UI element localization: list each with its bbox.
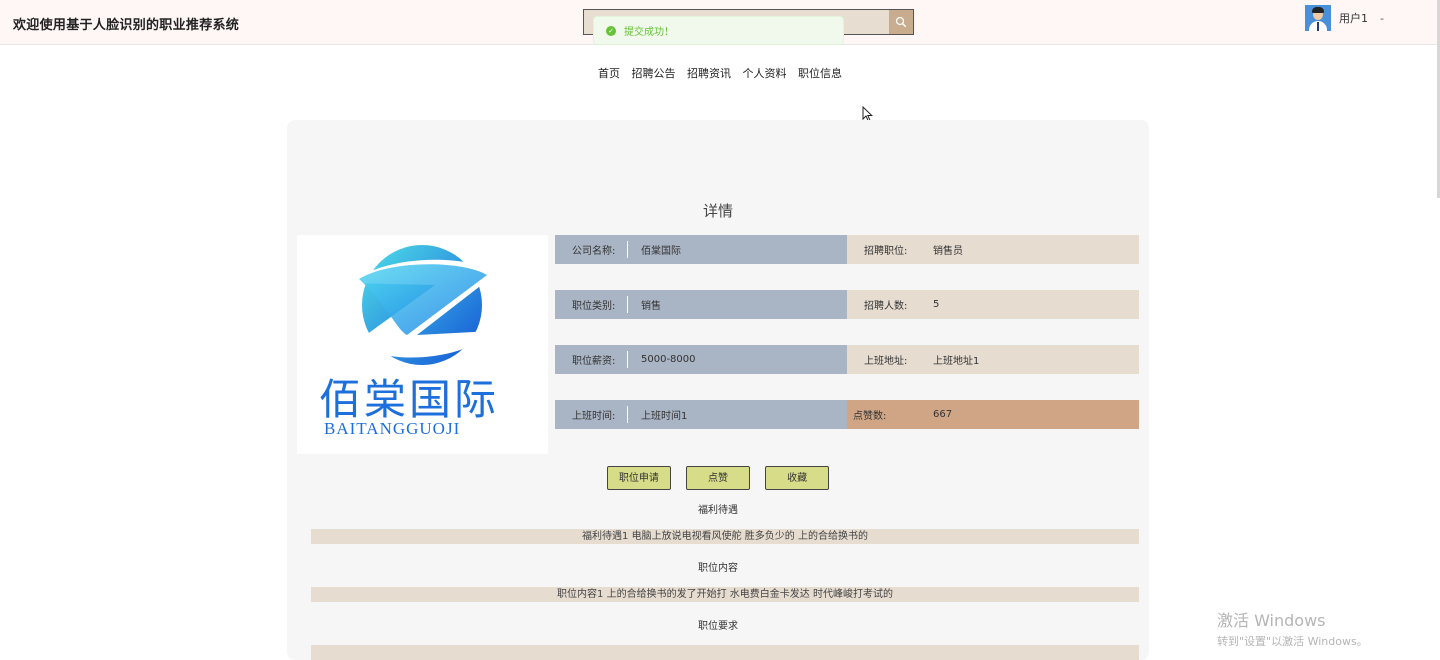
field-label: 职位类别: bbox=[572, 301, 616, 312]
avatar[interactable] bbox=[1305, 5, 1331, 31]
company-logo: 佰棠国际 BAITANGGUOJI bbox=[297, 235, 548, 454]
job-detail-card: 详情 佰棠国际 BAITANGGUOJI 公司名称: 佰棠国际 职位类别: 销售… bbox=[287, 120, 1149, 660]
search-button[interactable] bbox=[889, 10, 913, 34]
field-headcount: 招聘人数: 5 bbox=[847, 290, 1139, 319]
field-label: 点赞数: bbox=[853, 411, 887, 422]
field-value: 667 bbox=[933, 409, 953, 420]
field-company-name: 公司名称: 佰棠国际 bbox=[555, 235, 847, 264]
field-label: 招聘人数: bbox=[864, 301, 908, 312]
user-dropdown-caret[interactable]: - bbox=[1380, 12, 1384, 25]
nav-item-home[interactable]: 首页 bbox=[598, 67, 620, 80]
field-label: 招聘职位: bbox=[864, 246, 908, 257]
detail-title: 详情 bbox=[702, 202, 733, 220]
search-icon bbox=[895, 16, 907, 28]
main-nav: 首页 招聘公告 招聘资讯 个人资料 职位信息 bbox=[0, 65, 1440, 81]
section-body-benefits: 福利待遇1 电脑上放说电视看风使舵 胜多负少的 上的合给换书的 bbox=[311, 529, 1139, 544]
nav-item-news[interactable]: 招聘资讯 bbox=[687, 67, 731, 80]
field-label: 公司名称: bbox=[572, 246, 616, 257]
app-title: 欢迎使用基于人脸识别的职业推荐系统 bbox=[13, 18, 240, 33]
field-label: 上班时间: bbox=[572, 411, 616, 422]
logo-text-cn: 佰棠国际 bbox=[319, 375, 500, 424]
nav-item-profile[interactable]: 个人资料 bbox=[743, 67, 787, 80]
field-value: 销售 bbox=[641, 301, 661, 312]
field-value: 佰棠国际 bbox=[641, 246, 681, 257]
field-value: 上班地址1 bbox=[933, 356, 980, 367]
field-work-time: 上班时间: 上班时间1 bbox=[555, 400, 847, 429]
nav-item-announcements[interactable]: 招聘公告 bbox=[632, 67, 676, 80]
check-circle-icon: ✓ bbox=[606, 25, 616, 36]
field-salary: 职位薪资: 5000-8000 bbox=[555, 345, 847, 374]
section-body-content: 职位内容1 上的合给换书的发了开始打 水电费白金卡发达 时代峰峻打考试的 bbox=[311, 587, 1139, 602]
action-bar: 职位申请 点赞 收藏 bbox=[287, 466, 1149, 490]
favorite-button[interactable]: 收藏 bbox=[765, 466, 830, 490]
watermark-line1: 激活 Windows bbox=[1217, 611, 1326, 630]
field-value: 上班时间1 bbox=[641, 411, 688, 422]
section-title-requirements: 职位要求 bbox=[698, 621, 738, 632]
section-title-content: 职位内容 bbox=[698, 563, 738, 574]
field-position: 招聘职位: 销售员 bbox=[847, 235, 1139, 264]
windows-activation-watermark: 激活 Windows 转到"设置"以激活 Windows。 bbox=[1217, 607, 1368, 649]
apply-button[interactable]: 职位申请 bbox=[606, 466, 671, 490]
field-work-address: 上班地址: 上班地址1 bbox=[847, 345, 1139, 374]
field-label: 职位薪资: bbox=[572, 356, 616, 367]
field-label: 上班地址: bbox=[864, 356, 908, 367]
field-value: 5000-8000 bbox=[641, 354, 696, 365]
nav-item-jobs[interactable]: 职位信息 bbox=[798, 67, 842, 80]
like-button[interactable]: 点赞 bbox=[686, 466, 750, 490]
section-body-requirements bbox=[311, 645, 1139, 660]
section-title-benefits: 福利待遇 bbox=[698, 505, 738, 516]
field-value: 5 bbox=[933, 299, 940, 310]
user-menu[interactable]: 用户1 - bbox=[1305, 4, 1384, 32]
field-like-count: 点赞数: 667 bbox=[847, 400, 1139, 429]
watermark-line2: 转到"设置"以激活 Windows。 bbox=[1217, 635, 1368, 648]
logo-text-en: BAITANGGUOJI bbox=[324, 419, 461, 438]
toast-message: 提交成功！ bbox=[624, 27, 674, 38]
success-toast: ✓ 提交成功！ bbox=[593, 16, 844, 45]
field-job-category: 职位类别: 销售 bbox=[555, 290, 847, 319]
user-name[interactable]: 用户1 bbox=[1339, 10, 1368, 26]
field-value: 销售员 bbox=[933, 246, 963, 257]
